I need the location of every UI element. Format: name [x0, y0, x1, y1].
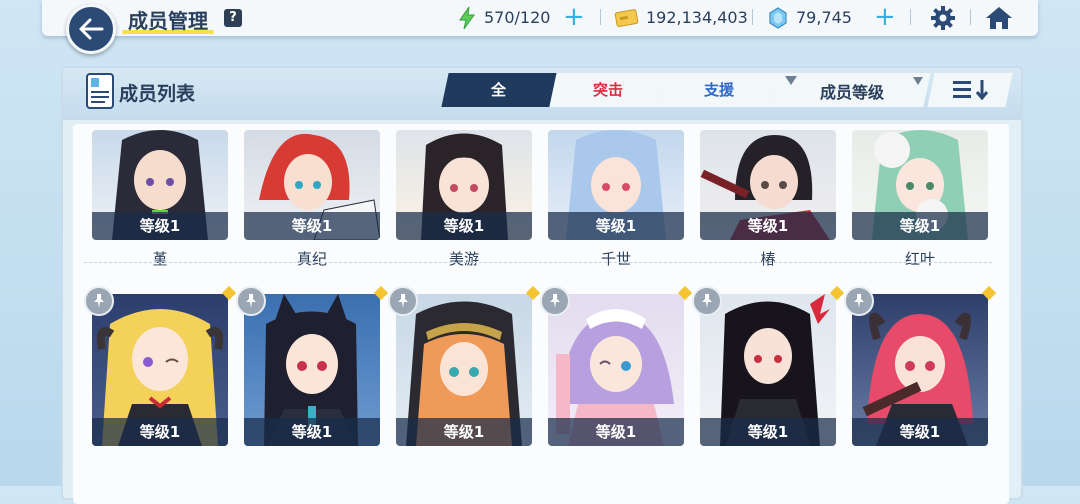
tab-support[interactable]: 支援 — [659, 73, 779, 107]
pin-button[interactable] — [388, 286, 418, 316]
member-portrait: 等级1 — [852, 130, 988, 240]
member-list-icon — [86, 73, 114, 109]
member-portrait: 等级1 — [244, 294, 380, 446]
tab-all[interactable]: 全 — [441, 73, 557, 107]
member-name: 堇 — [152, 250, 168, 268]
sort-label: 成员等级 — [820, 83, 885, 102]
member-portrait: 等级1 — [396, 130, 532, 240]
member-portrait: 等级1 — [700, 130, 836, 240]
level-badge: 等级1 — [700, 212, 836, 240]
level-badge: 等级1 — [244, 212, 380, 240]
divider — [910, 9, 911, 25]
pin-button[interactable] — [236, 286, 266, 316]
panel-title: 成员列表 — [119, 83, 196, 105]
pin-icon — [702, 294, 712, 308]
gems-value: 79,745 — [796, 8, 852, 27]
level-badge: 等级1 — [852, 418, 988, 446]
energy-bolt-icon — [459, 6, 475, 30]
level-badge: 等级1 — [244, 418, 380, 446]
divider — [600, 9, 601, 25]
member-name: 椿 — [760, 250, 776, 268]
energy-plus-button[interactable]: + — [563, 4, 585, 30]
pin-icon — [398, 294, 408, 308]
member-portrait: 等级1 — [92, 294, 228, 446]
gems-plus-button[interactable]: + — [874, 4, 896, 30]
energy-value: 570/120 — [484, 8, 551, 27]
level-badge: 等级1 — [92, 418, 228, 446]
level-badge: 等级1 — [700, 418, 836, 446]
level-badge: 等级1 — [396, 418, 532, 446]
pin-button[interactable] — [540, 286, 570, 316]
member-portrait: 等级1 — [700, 294, 836, 446]
member-portrait: 等级1 — [92, 130, 228, 240]
level-badge: 等级1 — [396, 212, 532, 240]
gear-icon[interactable] — [930, 5, 956, 31]
member-portrait: 等级1 — [244, 130, 380, 240]
level-badge: 等级1 — [548, 212, 684, 240]
member-portrait: 等级1 — [396, 294, 532, 446]
filter-icon — [785, 76, 797, 85]
pin-icon — [854, 294, 864, 308]
divider — [970, 9, 971, 25]
member-portrait: 等级1 — [852, 294, 988, 446]
member-name: 千世 — [600, 250, 631, 268]
page-title: 成员管理 — [128, 9, 208, 33]
pin-icon — [550, 294, 560, 308]
row-divider — [84, 262, 992, 264]
credit-card-icon — [614, 9, 639, 27]
divider — [752, 9, 753, 25]
level-badge: 等级1 — [92, 212, 228, 240]
member-name: 红叶 — [904, 250, 935, 268]
back-arrow-icon — [79, 18, 104, 40]
pin-button[interactable] — [84, 286, 114, 316]
home-icon[interactable] — [984, 5, 1014, 31]
gem-icon — [769, 7, 787, 29]
chevron-down-icon — [913, 77, 923, 85]
help-icon[interactable]: ? — [224, 9, 242, 27]
pin-icon — [246, 294, 256, 308]
tab-strike[interactable]: 突击 — [549, 73, 667, 107]
member-name: 真纪 — [296, 250, 327, 268]
level-badge: 等级1 — [852, 212, 988, 240]
member-portrait: 等级1 — [548, 130, 684, 240]
pin-icon — [94, 294, 104, 308]
member-portrait: 等级1 — [548, 294, 684, 446]
pin-button[interactable] — [692, 286, 722, 316]
sort-order-icon — [953, 80, 989, 100]
level-badge: 等级1 — [548, 418, 684, 446]
member-name: 美游 — [448, 250, 479, 268]
credits-value: 192,134,403 — [646, 8, 748, 27]
back-button[interactable] — [66, 4, 116, 54]
pin-button[interactable] — [844, 286, 874, 316]
